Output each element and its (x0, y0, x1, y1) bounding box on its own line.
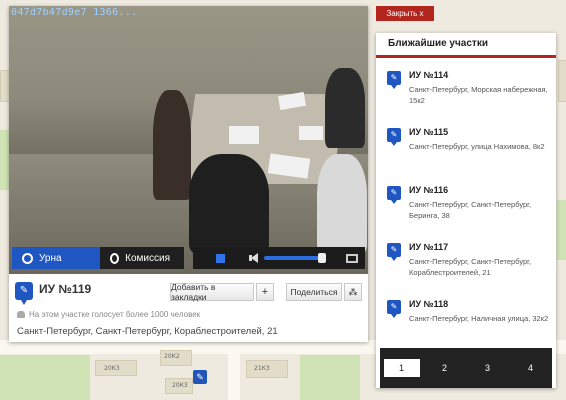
tab-label: Урна (39, 252, 62, 264)
ballot-pin-icon: ✎ (387, 128, 401, 146)
station-name: ИУ №116 (409, 185, 449, 195)
camera-icon (22, 252, 33, 264)
station-address: Санкт-Петербург, Санкт-Петербург, Беринг… (409, 200, 532, 220)
station-address: Санкт-Петербург, Наличная улица, 32к2 (409, 314, 549, 323)
list-item[interactable]: ✎ ИУ №114 Санкт-Петербург, Морская набер… (376, 67, 556, 117)
ballot-pin-icon: ✎ (387, 71, 401, 89)
camera-icon (110, 252, 120, 264)
station-address: Санкт-Петербург, Санкт-Петербург, Корабл… (409, 257, 532, 277)
tab-label: Комиссия (125, 252, 170, 264)
nearby-stations-panel: Ближайшие участки ✎ ИУ №114 Санкт-Петерб… (376, 33, 556, 388)
panel-title: Ближайшие участки (376, 33, 556, 58)
station-name: ИУ №115 (409, 127, 449, 137)
page-button[interactable]: 1 (383, 359, 420, 377)
share-button[interactable]: Поделиться (286, 283, 342, 301)
tab-commission-camera[interactable]: Комиссия (100, 247, 184, 269)
station-address: Санкт-Петербург, Морская набережная, 15к… (409, 85, 548, 105)
share-network-button[interactable]: ⁂ (344, 283, 362, 301)
map-house-label: 20К2 (164, 353, 180, 360)
station-address: Санкт-Петербург, улица Нахимова, 8к2 (409, 142, 545, 151)
volume-slider[interactable] (264, 253, 326, 263)
tab-urn-camera[interactable]: Урна (12, 247, 100, 269)
share-icon: ⁂ (348, 286, 358, 297)
pagination: 1 2 3 4 (380, 348, 552, 388)
video-timestamp: 047d7b47d9e7 1366... (11, 7, 138, 18)
ballot-pin-icon: ✎ (15, 282, 33, 305)
map-house-label: 20К3 (172, 382, 188, 389)
volume-slider-knob[interactable] (318, 253, 326, 263)
stop-button[interactable] (216, 253, 225, 263)
station-name: ИУ №118 (409, 299, 449, 309)
list-item[interactable]: ✎ ИУ №116 Санкт-Петербург, Санкт-Петербу… (376, 182, 556, 232)
page-button[interactable]: 4 (513, 359, 549, 377)
fullscreen-button[interactable] (346, 253, 358, 263)
voters-note-text: На этом участке голосует более 1000 чело… (29, 310, 201, 319)
list-item[interactable]: ✎ ИУ №118 Санкт-Петербург, Наличная улиц… (376, 296, 556, 346)
video-stream[interactable]: 047d7b47d9e7 1366... Урна Комиссия (9, 6, 368, 274)
bookmark-add-button[interactable]: + (256, 283, 274, 301)
station-card: 047d7b47d9e7 1366... Урна Комиссия ✎ ИУ … (9, 6, 368, 342)
list-item[interactable]: ✎ ИУ №115 Санкт-Петербург, улица Нахимов… (376, 124, 556, 174)
station-address: Санкт-Петербург, Санкт-Петербург, Корабл… (17, 326, 278, 337)
list-item[interactable]: ✎ ИУ №117 Санкт-Петербург, Санкт-Петербу… (376, 239, 556, 289)
page-button[interactable]: 2 (427, 359, 463, 377)
map-house-label: 21К3 (254, 365, 270, 372)
station-info: ✎ ИУ №119 Добавить в закладки + Поделить… (9, 274, 368, 342)
video-player-controls (193, 247, 365, 269)
volume-icon[interactable] (249, 253, 258, 263)
ballot-pin-icon: ✎ (387, 243, 401, 261)
ballot-pin-icon: ✎ (387, 186, 401, 204)
bookmark-button[interactable]: Добавить в закладки (170, 282, 254, 302)
voters-note: На этом участке голосует более 1000 чело… (17, 310, 200, 319)
people-icon (17, 311, 25, 318)
map-station-pin-icon[interactable]: ✎ (193, 370, 207, 384)
ballot-pin-icon: ✎ (387, 300, 401, 318)
station-title: ИУ №119 (39, 282, 92, 296)
station-name: ИУ №117 (409, 242, 449, 252)
page-button[interactable]: 3 (470, 359, 506, 377)
station-name: ИУ №114 (409, 70, 449, 80)
map-house-label: 20К3 (104, 365, 120, 372)
close-button[interactable]: Закрыть x (376, 6, 434, 21)
